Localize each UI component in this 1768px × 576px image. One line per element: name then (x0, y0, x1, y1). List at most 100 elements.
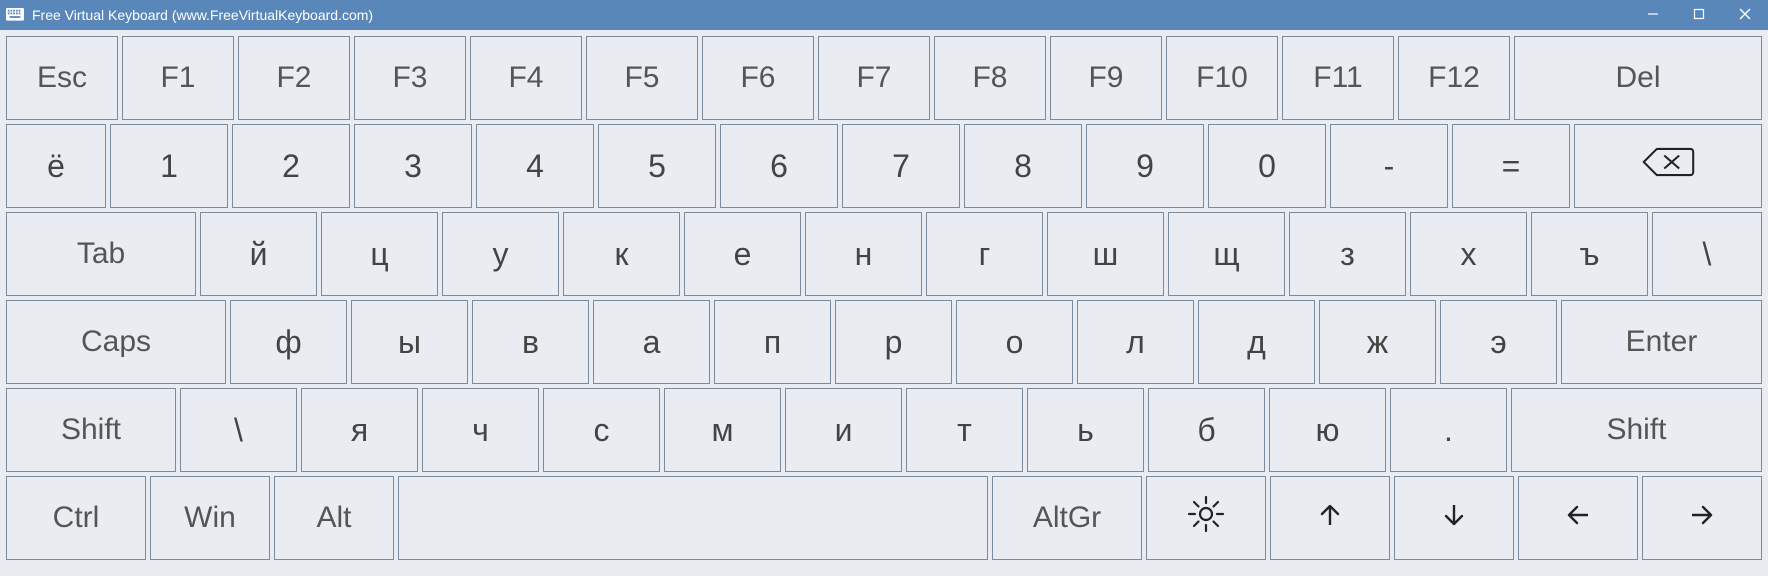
key-del[interactable]: Del (1514, 36, 1762, 120)
key-b[interactable]: и (785, 388, 902, 472)
key-c[interactable]: с (543, 388, 660, 472)
key-t[interactable]: е (684, 212, 801, 296)
key-label: Shift (61, 413, 121, 447)
key-k[interactable]: л (1077, 300, 1194, 384)
key-backspace[interactable] (1574, 124, 1762, 208)
key-9[interactable]: 9 (1086, 124, 1204, 208)
key-u[interactable]: г (926, 212, 1043, 296)
key-bracket-close[interactable]: ъ (1531, 212, 1648, 296)
key-caps[interactable]: Caps (6, 300, 226, 384)
key-i[interactable]: ш (1047, 212, 1164, 296)
key-e[interactable]: у (442, 212, 559, 296)
key-2[interactable]: 2 (232, 124, 350, 208)
key-8[interactable]: 8 (964, 124, 1082, 208)
key-f11[interactable]: F11 (1282, 36, 1394, 120)
key-win[interactable]: Win (150, 476, 270, 560)
key-iso-backslash[interactable]: \ (180, 388, 297, 472)
key-minus[interactable]: - (1330, 124, 1448, 208)
key-tab[interactable]: Tab (6, 212, 196, 296)
key-label: б (1197, 412, 1215, 449)
key-d[interactable]: в (472, 300, 589, 384)
key-f8[interactable]: F8 (934, 36, 1046, 120)
key-label: ю (1316, 412, 1340, 449)
key-bracket-open[interactable]: х (1410, 212, 1527, 296)
row-numbers: ё 1 2 3 4 5 6 7 8 9 0 - = (6, 124, 1762, 208)
key-slash[interactable]: . (1390, 388, 1507, 472)
key-space[interactable] (398, 476, 988, 560)
key-f9[interactable]: F9 (1050, 36, 1162, 120)
key-label: с (594, 412, 610, 449)
key-f[interactable]: а (593, 300, 710, 384)
maximize-button[interactable] (1676, 0, 1722, 30)
key-label: п (764, 324, 781, 361)
minimize-button[interactable] (1630, 0, 1676, 30)
key-z[interactable]: я (301, 388, 418, 472)
key-f10[interactable]: F10 (1166, 36, 1278, 120)
key-label: F11 (1313, 61, 1362, 95)
key-j[interactable]: о (956, 300, 1073, 384)
key-m[interactable]: ь (1027, 388, 1144, 472)
key-x[interactable]: ч (422, 388, 539, 472)
key-arrow-up[interactable] (1270, 476, 1390, 560)
key-ctrl[interactable]: Ctrl (6, 476, 146, 560)
key-f7[interactable]: F7 (818, 36, 930, 120)
key-backslash[interactable]: \ (1652, 212, 1762, 296)
key-label: Tab (77, 237, 125, 271)
key-4[interactable]: 4 (476, 124, 594, 208)
key-esc[interactable]: Esc (6, 36, 118, 120)
key-l[interactable]: д (1198, 300, 1315, 384)
key-label: Shift (1606, 413, 1666, 447)
key-label: F8 (972, 61, 1007, 95)
key-r[interactable]: к (563, 212, 680, 296)
key-y[interactable]: н (805, 212, 922, 296)
key-altgr[interactable]: AltGr (992, 476, 1142, 560)
key-w[interactable]: ц (321, 212, 438, 296)
key-q[interactable]: й (200, 212, 317, 296)
key-v[interactable]: м (664, 388, 781, 472)
key-n[interactable]: т (906, 388, 1023, 472)
key-enter[interactable]: Enter (1561, 300, 1762, 384)
key-arrow-right[interactable] (1642, 476, 1762, 560)
key-f1[interactable]: F1 (122, 36, 234, 120)
key-f12[interactable]: F12 (1398, 36, 1510, 120)
key-label: 0 (1258, 148, 1276, 185)
key-yo[interactable]: ё (6, 124, 106, 208)
key-s[interactable]: ы (351, 300, 468, 384)
key-left-shift[interactable]: Shift (6, 388, 176, 472)
key-6[interactable]: 6 (720, 124, 838, 208)
key-f6[interactable]: F6 (702, 36, 814, 120)
key-right-shift[interactable]: Shift (1511, 388, 1762, 472)
key-1[interactable]: 1 (110, 124, 228, 208)
key-0[interactable]: 0 (1208, 124, 1326, 208)
key-arrow-down[interactable] (1394, 476, 1514, 560)
key-comma[interactable]: б (1148, 388, 1265, 472)
key-label: ы (398, 324, 421, 361)
row-modifiers: Ctrl Win Alt AltGr (6, 476, 1762, 560)
key-label: F9 (1088, 61, 1123, 95)
key-label: 7 (892, 148, 910, 185)
key-5[interactable]: 5 (598, 124, 716, 208)
key-label: и (835, 412, 853, 449)
key-alt[interactable]: Alt (274, 476, 394, 560)
key-g[interactable]: п (714, 300, 831, 384)
key-7[interactable]: 7 (842, 124, 960, 208)
key-f2[interactable]: F2 (238, 36, 350, 120)
key-o[interactable]: щ (1168, 212, 1285, 296)
key-a[interactable]: ф (230, 300, 347, 384)
key-label: - (1384, 148, 1395, 185)
key-f4[interactable]: F4 (470, 36, 582, 120)
key-p[interactable]: з (1289, 212, 1406, 296)
keyboard: Esc F1 F2 F3 F4 F5 F6 F7 F8 F9 F10 F11 F… (0, 30, 1768, 566)
key-f5[interactable]: F5 (586, 36, 698, 120)
key-period[interactable]: ю (1269, 388, 1386, 472)
key-h[interactable]: р (835, 300, 952, 384)
key-quote[interactable]: э (1440, 300, 1557, 384)
key-3[interactable]: 3 (354, 124, 472, 208)
key-settings[interactable] (1146, 476, 1266, 560)
arrow-right-icon (1688, 500, 1716, 537)
key-equals[interactable]: = (1452, 124, 1570, 208)
key-f3[interactable]: F3 (354, 36, 466, 120)
key-semicolon[interactable]: ж (1319, 300, 1436, 384)
key-arrow-left[interactable] (1518, 476, 1638, 560)
close-button[interactable] (1722, 0, 1768, 30)
